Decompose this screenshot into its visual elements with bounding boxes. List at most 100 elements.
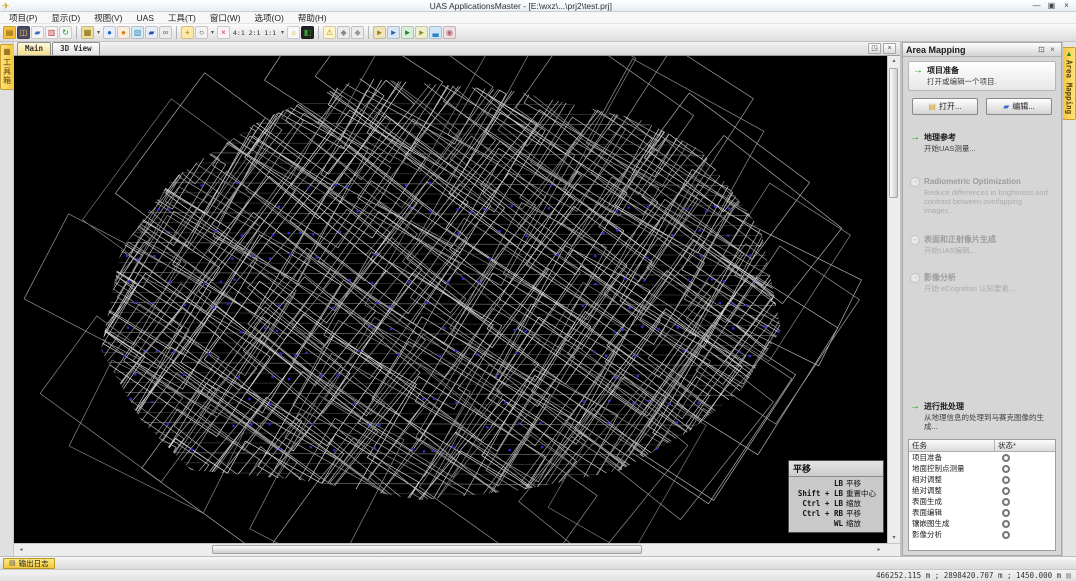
- edit-button[interactable]: ▰ 编辑...: [986, 98, 1052, 115]
- output-log-tab[interactable]: ▤ 输出日志: [3, 558, 55, 569]
- status-pending-icon: [1002, 487, 1010, 495]
- batch-ortho-icon[interactable]: ►: [401, 26, 414, 39]
- open-icon[interactable]: ▤: [3, 26, 16, 39]
- close-button[interactable]: ×: [1059, 0, 1074, 11]
- log-tab-label: 输出日志: [19, 558, 49, 569]
- dem-database-icon[interactable]: ▃: [429, 26, 442, 39]
- scroll-down-icon[interactable]: ▾: [888, 533, 900, 543]
- section-subtitle: 开始UAS编辑...: [924, 246, 996, 255]
- map-viewport[interactable]: 平移 LB平移Shift + LB重置中心Ctrl + LB缩放Ctrl + R…: [14, 56, 887, 543]
- up-arrow-icon: ▲: [1066, 51, 1073, 58]
- task-row[interactable]: 表面生成: [909, 496, 1055, 507]
- task-row[interactable]: 绝对调整: [909, 485, 1055, 496]
- main-area: ▦ 工具箱 Main 3D View ◳ × 平移 LB平移Shift + LB…: [0, 42, 1076, 556]
- batch-georeference-icon[interactable]: ►: [373, 26, 386, 39]
- minimize-button[interactable]: —: [1029, 0, 1044, 11]
- menu-item[interactable]: 选项(O): [248, 12, 291, 24]
- menu-item[interactable]: 项目(P): [2, 12, 44, 24]
- batch-mosaic-icon[interactable]: ►: [415, 26, 428, 39]
- task-row[interactable]: 镶嵌图生成: [909, 518, 1055, 529]
- classification-layers-dropdown-icon[interactable]: ▾: [95, 29, 102, 36]
- task-status-table: 任务 状态* 项目准备地面控制点测量相对调整绝对调整表面生成表面编辑镶嵌图生成影…: [908, 439, 1056, 551]
- scroll-up-icon[interactable]: ▴: [888, 56, 900, 66]
- status-pending-icon: [1002, 454, 1010, 462]
- section-surface-ortho-generation: → 表面和正射像片生成 开始UAS编辑...: [908, 235, 1056, 255]
- legend-rows: LB平移Shift + LB重置中心Ctrl + LB缩放Ctrl + RB平移…: [789, 477, 883, 532]
- warning-icon[interactable]: ⚠: [323, 26, 336, 39]
- scroll-right-icon[interactable]: ▸: [874, 544, 884, 556]
- horizontal-scroll-thumb[interactable]: [212, 545, 642, 554]
- vertical-scrollbar[interactable]: ▴ ▾: [887, 56, 900, 543]
- zoom-extents-icon[interactable]: ×: [217, 26, 230, 39]
- zoom-magnifier-icon[interactable]: ○: [195, 26, 208, 39]
- maximize-button[interactable]: ▣: [1044, 0, 1059, 11]
- menu-item[interactable]: 显示(D): [44, 12, 87, 24]
- toolbox-side-tab[interactable]: ▦ 工具箱: [0, 44, 13, 90]
- edit-project-icon[interactable]: ▰: [31, 26, 44, 39]
- scroll-left-icon[interactable]: ◂: [16, 544, 26, 556]
- column-header-status[interactable]: 状态*: [995, 440, 1055, 451]
- pan-hand-icon[interactable]: +: [181, 26, 194, 39]
- folder-icon: ▤: [928, 102, 936, 111]
- task-row[interactable]: 相对调整: [909, 474, 1055, 485]
- status-pending-icon: [1002, 531, 1010, 539]
- horizontal-scrollbar[interactable]: ◂ ▸: [14, 543, 900, 556]
- batch-dsm-icon[interactable]: ►: [387, 26, 400, 39]
- save-icon[interactable]: ◫: [17, 26, 30, 39]
- terrain-sphere-icon[interactable]: ●: [117, 26, 130, 39]
- column-header-task[interactable]: 任务: [909, 440, 995, 451]
- menu-bar: 项目(P)显示(D)视图(V)UAS工具(T)窗口(W)选项(O)帮助(H): [0, 12, 1076, 24]
- gray-arrow-icon: →: [910, 235, 920, 245]
- status-pending-icon: [1002, 509, 1010, 517]
- task-row[interactable]: 地面控制点测量: [909, 463, 1055, 474]
- status-pending-icon: [1002, 476, 1010, 484]
- stereo-glasses-icon[interactable]: ∞: [159, 26, 172, 39]
- float-window-icon[interactable]: ◳: [868, 43, 881, 54]
- section-subtitle: Reduce differences in brightness and con…: [924, 188, 1054, 215]
- stamp-reject-icon[interactable]: ◆: [351, 26, 364, 39]
- refresh-icon[interactable]: ↻: [59, 26, 72, 39]
- edit-button-label: 编辑...: [1012, 101, 1035, 112]
- section-subtitle: 开始UAS测量...: [924, 144, 976, 153]
- image-analysis-icon[interactable]: ◉: [443, 26, 456, 39]
- menu-item[interactable]: 帮助(H): [291, 12, 334, 24]
- panel-close-icon[interactable]: ×: [1047, 45, 1058, 54]
- legend-row: WL缩放: [789, 519, 880, 529]
- close-view-icon[interactable]: ×: [883, 43, 896, 54]
- task-row[interactable]: 项目准备: [909, 452, 1055, 463]
- classification-layers-icon[interactable]: ▦: [81, 26, 94, 39]
- stamp-accept-icon[interactable]: ◆: [337, 26, 350, 39]
- vertical-scroll-thumb[interactable]: [889, 68, 898, 198]
- ortho-image-icon[interactable]: ▧: [131, 26, 144, 39]
- contrast-icon[interactable]: ◧: [301, 26, 314, 39]
- report-icon[interactable]: ▥: [45, 26, 58, 39]
- section-title: 表面和正射像片生成: [924, 235, 996, 245]
- zoom-ratios[interactable]: 4:1 2:1 1:1: [231, 29, 278, 37]
- section-title: 项目准备: [927, 66, 997, 76]
- key-icon[interactable]: ☼: [287, 26, 300, 39]
- gray-arrow-icon: →: [910, 177, 920, 187]
- area-mapping-side-tab[interactable]: ▲ Area Mapping: [1063, 47, 1076, 120]
- menu-item[interactable]: 工具(T): [161, 12, 203, 24]
- globe-view-icon[interactable]: ●: [103, 26, 116, 39]
- zoom-magnifier-dropdown-icon[interactable]: ▾: [209, 29, 216, 36]
- tab-3d-view[interactable]: 3D View: [52, 42, 100, 55]
- zoom-ratios-dropdown-icon[interactable]: ▾: [279, 29, 286, 36]
- legend-row: Ctrl + RB平移: [789, 509, 880, 519]
- tab-main[interactable]: Main: [17, 42, 51, 55]
- digitize-pen-icon[interactable]: ▰: [145, 26, 158, 39]
- menu-item[interactable]: 窗口(W): [203, 12, 248, 24]
- pin-icon[interactable]: ⊡: [1036, 45, 1047, 54]
- green-arrow-icon: →: [910, 402, 920, 431]
- toolbar-separator: [318, 26, 319, 39]
- open-button[interactable]: ▤ 打开...: [912, 98, 978, 115]
- menu-item[interactable]: UAS: [130, 12, 161, 24]
- menu-item[interactable]: 视图(V): [87, 12, 129, 24]
- task-row[interactable]: 影像分析: [909, 529, 1055, 540]
- task-row[interactable]: 表面编辑: [909, 507, 1055, 518]
- section-batch-processing[interactable]: → 进行批处理 从地理信息的处理到马赛克图像的生成...: [908, 402, 1056, 431]
- section-project-preparation[interactable]: → 项目准备 打开或编辑一个项目.: [908, 61, 1056, 91]
- section-georeferencing[interactable]: → 地理参考 开始UAS测量...: [908, 133, 1056, 153]
- legend-row: LB平移: [789, 479, 880, 489]
- panel-title: Area Mapping: [906, 45, 1036, 55]
